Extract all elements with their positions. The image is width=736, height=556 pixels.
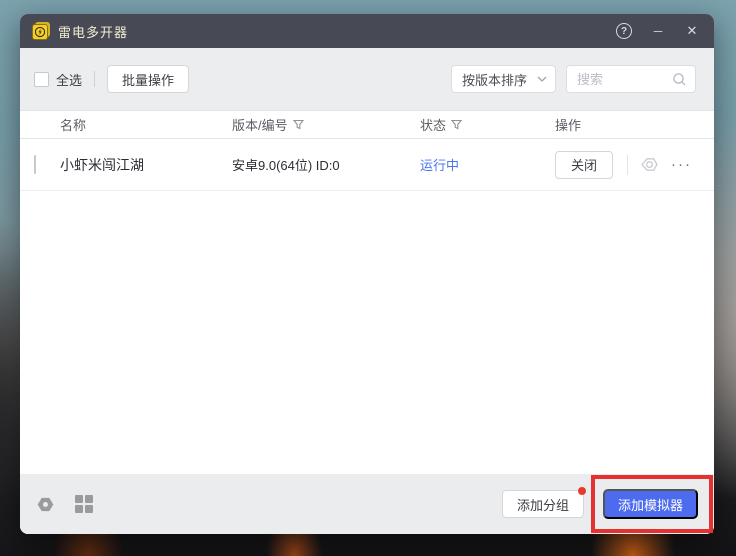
app-logo-icon (32, 22, 50, 40)
lightning-icon (35, 26, 45, 38)
titlebar: 雷电多开器 ? ─ ✕ (20, 14, 714, 48)
ops-divider (627, 155, 628, 175)
toolbar: 全选 批量操作 按版本排序 (20, 48, 714, 110)
sort-dropdown-value: 按版本排序 (462, 70, 537, 89)
header-operation: 操作 (555, 115, 714, 134)
minimize-button[interactable]: ─ (648, 21, 668, 41)
instance-status: 运行中 (420, 155, 555, 174)
global-settings-icon[interactable] (36, 495, 55, 514)
close-icon: ✕ (687, 23, 698, 39)
select-all-checkbox[interactable] (34, 72, 49, 87)
batch-operation-button[interactable]: 批量操作 (107, 65, 189, 93)
help-button[interactable]: ? (614, 21, 634, 41)
search-input[interactable] (577, 72, 667, 87)
table-row: 小虾米闯江湖 安卓9.0(64位) ID:0 运行中 关闭 ··· (20, 139, 714, 191)
header-status: 状态 (420, 115, 555, 134)
instance-version: 安卓9.0(64位) ID:0 (232, 155, 420, 174)
table-empty-area (20, 191, 714, 474)
layout-grid-icon[interactable] (75, 495, 93, 513)
select-all-label: 全选 (56, 70, 82, 89)
toolbar-divider (94, 71, 95, 87)
minimize-icon: ─ (654, 26, 663, 36)
chevron-down-icon (537, 76, 547, 82)
header-name: 名称 (60, 115, 232, 134)
more-options-icon[interactable]: ··· (671, 160, 692, 170)
search-icon (672, 72, 687, 87)
filter-icon[interactable] (293, 119, 304, 130)
add-emulator-button[interactable]: 添加模拟器 (603, 489, 698, 519)
close-instance-button[interactable]: 关闭 (555, 151, 613, 179)
row-operations: 关闭 ··· (555, 151, 714, 179)
add-group-button[interactable]: 添加分组 (502, 490, 584, 518)
row-checkbox[interactable] (34, 155, 36, 174)
table-header: 名称 版本/编号 状态 操作 (20, 110, 714, 139)
footer-bar: 添加分组 添加模拟器 (20, 474, 714, 534)
instance-name: 小虾米闯江湖 (60, 155, 232, 175)
close-button[interactable]: ✕ (682, 21, 702, 41)
app-window: 雷电多开器 ? ─ ✕ 全选 批量操作 按版本排序 (20, 14, 714, 534)
window-title: 雷电多开器 (58, 22, 128, 41)
settings-gear-icon[interactable] (640, 155, 659, 174)
header-version: 版本/编号 (232, 115, 420, 134)
help-icon: ? (616, 23, 632, 39)
sort-dropdown[interactable]: 按版本排序 (451, 65, 556, 93)
notification-dot (578, 487, 586, 495)
search-box[interactable] (566, 65, 696, 93)
filter-icon[interactable] (451, 119, 462, 130)
